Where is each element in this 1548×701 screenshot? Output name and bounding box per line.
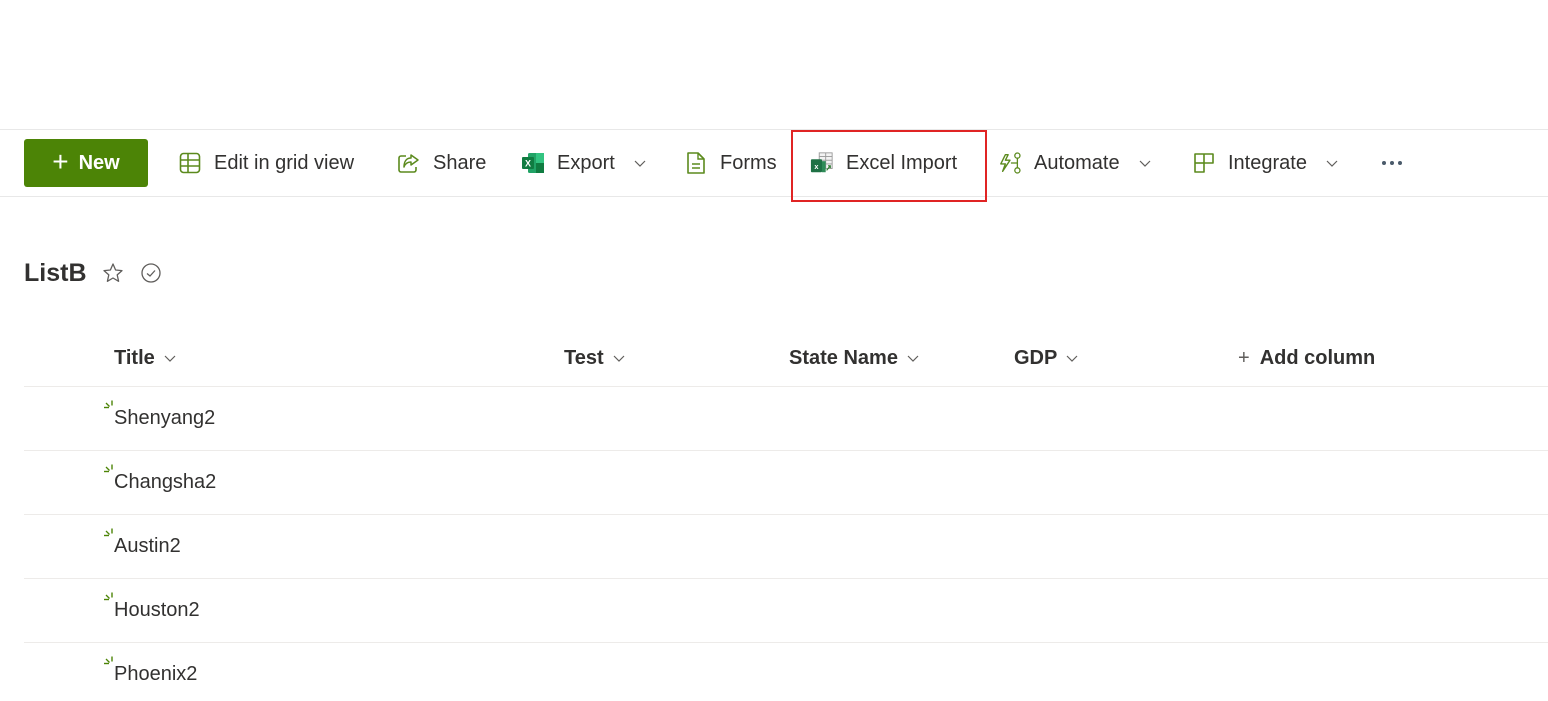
more-options-button[interactable] xyxy=(1380,130,1404,196)
column-header-title[interactable]: Title xyxy=(114,330,177,386)
command-bar: + New Edit in grid view Share X Export F… xyxy=(0,129,1548,197)
column-header-row: Title Test State Name GDP + Add column xyxy=(24,330,1548,387)
chevron-down-icon xyxy=(906,351,920,365)
item-title-link[interactable]: Houston2 xyxy=(114,599,200,622)
column-header-gdp[interactable]: GDP xyxy=(1014,330,1079,386)
excel-icon: X xyxy=(521,151,545,175)
form-document-icon xyxy=(684,151,708,175)
edit-in-grid-view-button[interactable]: Edit in grid view xyxy=(178,130,354,196)
add-column-label: Add column xyxy=(1259,346,1376,369)
chevron-down-icon xyxy=(1065,351,1079,365)
list-row[interactable]: Shenyang2 xyxy=(24,387,1548,451)
excel-import-icon: x xyxy=(810,151,834,175)
item-title-link[interactable]: Changsha2 xyxy=(114,471,216,494)
new-button-label: New xyxy=(78,151,120,174)
export-label: Export xyxy=(557,151,615,174)
list-row[interactable]: Changsha2 xyxy=(24,451,1548,515)
item-title-link[interactable]: Phoenix2 xyxy=(114,663,197,686)
plus-icon: + xyxy=(1238,346,1250,369)
chevron-down-icon xyxy=(163,351,177,365)
column-header-label: Test xyxy=(564,346,604,369)
integrate-label: Integrate xyxy=(1228,151,1307,174)
excel-import-label: Excel Import xyxy=(846,151,958,174)
more-ellipsis-icon xyxy=(1380,151,1404,175)
automate-button[interactable]: Automate xyxy=(998,130,1152,196)
forms-button[interactable]: Forms xyxy=(684,130,777,196)
list-row[interactable]: Phoenix2 xyxy=(24,643,1548,701)
grid-icon xyxy=(178,151,202,175)
top-blank-area xyxy=(0,0,1548,129)
chevron-down-icon xyxy=(633,156,647,170)
automate-label: Automate xyxy=(1034,151,1120,174)
flow-icon xyxy=(998,151,1022,175)
new-button[interactable]: + New xyxy=(24,139,148,187)
item-title-link[interactable]: Shenyang2 xyxy=(114,407,215,430)
chevron-down-icon xyxy=(1138,156,1152,170)
edit-in-grid-view-label: Edit in grid view xyxy=(214,151,355,174)
star-icon[interactable] xyxy=(101,261,125,285)
export-button[interactable]: X Export xyxy=(521,130,647,196)
integrate-button[interactable]: Integrate xyxy=(1192,130,1339,196)
share-label: Share xyxy=(433,151,487,174)
add-column-button[interactable]: + Add column xyxy=(1238,330,1375,386)
share-icon xyxy=(397,151,421,175)
column-header-label: Title xyxy=(114,346,155,369)
column-header-label: GDP xyxy=(1014,346,1058,369)
integrate-icon xyxy=(1192,151,1216,175)
plus-icon: + xyxy=(52,145,69,177)
column-header-label: State Name xyxy=(789,346,898,369)
item-title-link[interactable]: Austin2 xyxy=(114,535,181,558)
list-row[interactable]: Houston2 xyxy=(24,579,1548,643)
list-row[interactable]: Austin2 xyxy=(24,515,1548,579)
check-circle-icon[interactable] xyxy=(139,261,163,285)
forms-label: Forms xyxy=(720,151,777,174)
list-header: ListB xyxy=(24,255,163,291)
excel-import-button[interactable]: x Excel Import xyxy=(810,130,957,196)
list-title: ListB xyxy=(24,258,87,287)
share-button[interactable]: Share xyxy=(397,130,486,196)
svg-text:X: X xyxy=(525,159,531,169)
column-header-state-name[interactable]: State Name xyxy=(789,330,920,386)
chevron-down-icon xyxy=(612,351,626,365)
chevron-down-icon xyxy=(1325,156,1339,170)
column-header-test[interactable]: Test xyxy=(564,330,626,386)
